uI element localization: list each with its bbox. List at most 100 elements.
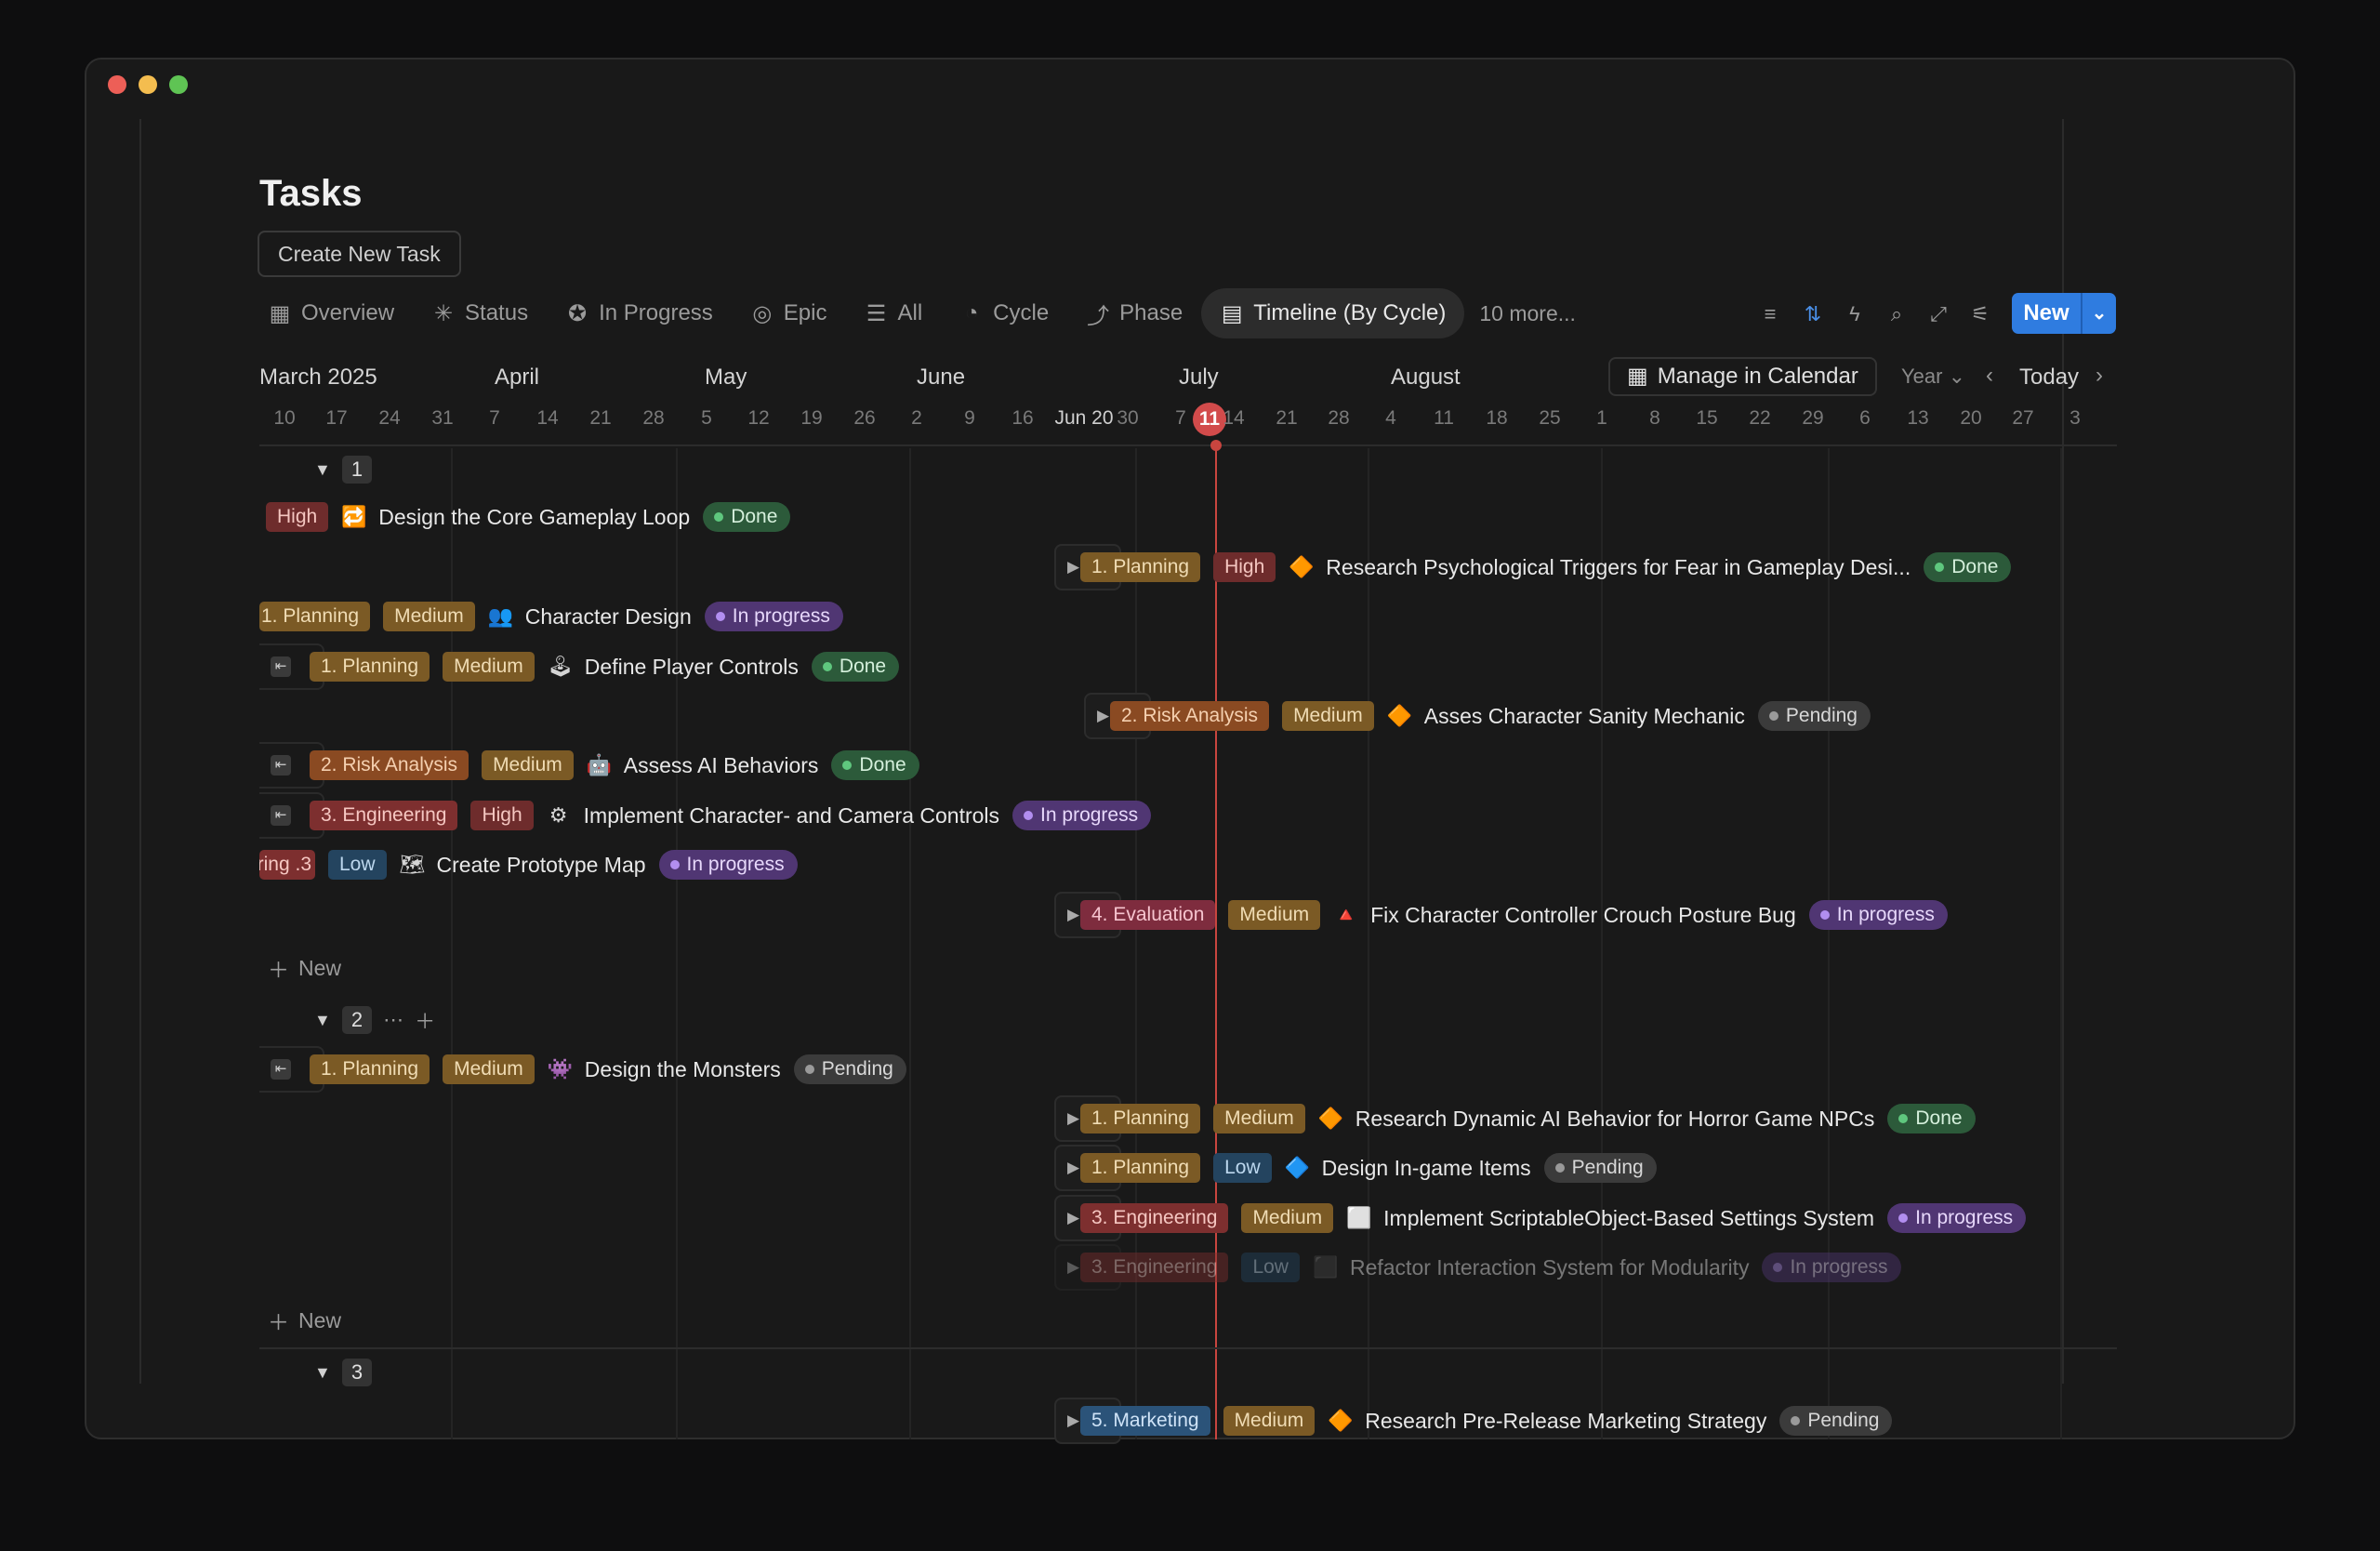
task-name[interactable]: Assess AI Behaviors [624,753,819,778]
settings-sliders-icon[interactable]: ⚟ [1965,299,1995,329]
task-name[interactable]: Research Psychological Triggers for Fear… [1326,555,1911,580]
search-icon[interactable]: ⌕ [1882,299,1911,329]
task-row[interactable]: ⇤ 1. Planning Medium 👾 Design the Monsters Pe… [259,1046,906,1093]
create-task-button[interactable]: Create New Task [258,231,461,277]
tab-label: In Progress [599,300,713,325]
scroll-to-bar-icon[interactable]: ⇤ [271,1059,291,1080]
more-options-icon[interactable]: ⋯ [383,1008,403,1032]
tab-0[interactable]: ▦ Overview [268,288,413,338]
day-tick: 18 [1486,407,1508,429]
status-label: Done [1951,556,1999,577]
tab-5[interactable]: ◔ Cycle [941,288,1067,338]
task-name[interactable]: Asses Character Sanity Mechanic [1424,704,1745,729]
today-button[interactable]: Today [2019,365,2079,391]
task-name[interactable]: Design the Core Gameplay Loop [378,505,690,530]
task-name[interactable]: Research Pre-Release Marketing Strategy [1365,1409,1766,1434]
scroll-to-bar-icon[interactable]: ⇤ [271,755,291,776]
grid-line [451,448,453,1439]
task-row[interactable]: ▶ 1. Planning High 🔶 Research Psychological … [1054,544,2012,590]
task-row[interactable]: ▶ 5. Marketing Medium 🔶 Research Pre-Release… [1054,1398,1893,1444]
filter-icon[interactable]: ≡ [1755,299,1785,329]
task-row[interactable]: ⇤ 1. Planning Medium 🕹 Define Player Control… [259,643,900,690]
plus-icon: ＋ [268,958,289,982]
day-tick: 26 [853,407,876,429]
plus-icon[interactable]: ＋ [415,1005,435,1035]
task-name[interactable]: Refactor Interaction System for Modulari… [1350,1255,1750,1280]
task-name[interactable]: Design the Monsters [585,1057,781,1082]
task-name[interactable]: Character Design [525,604,692,630]
task-name[interactable]: Implement ScriptableObject-Based Setting… [1383,1206,1874,1231]
task-name[interactable]: Define Player Controls [585,655,799,680]
group-header[interactable]: ▼ 3 [314,1359,373,1386]
scale-select[interactable]: Year ⌄ [1901,365,1965,389]
task-row[interactable]: ▶ 1. Planning Low 🔷 Design In-game Items Pend… [1054,1145,1657,1191]
group-header[interactable]: ▼ 2 ⋯ ＋ [314,1005,435,1035]
status-badge: Done [811,652,900,682]
day-tick: 9 [964,407,975,429]
tab-3[interactable]: ◎ Epic [732,288,846,338]
chevron-down-icon[interactable]: ⌄ [2082,293,2116,334]
new-row-button[interactable]: ＋ New [268,952,341,984]
task-row[interactable]: ▶ 4. Evaluation Medium 🔺 Fix Character Contr… [1054,892,1948,938]
star-circle-icon: ✪ [568,300,588,326]
status-dot [1773,1263,1783,1272]
more-tabs-link[interactable]: 10 more... [1464,301,1591,326]
close-window-button[interactable] [108,75,126,94]
task-row[interactable]: 3. Engineering Low 🗺 Create Prototype Map In… [259,846,798,883]
phase-pill: 1. Planning [310,1054,430,1084]
group-header[interactable]: ▼ 1 [314,456,373,484]
task-name[interactable]: Implement Character- and Camera Controls [584,803,999,829]
task-name[interactable]: Create Prototype Map [437,853,646,878]
grid-line [2060,448,2062,1439]
day-tick: 21 [1276,407,1298,429]
tab-6[interactable]: ⤴ Phase [1067,288,1201,338]
task-row[interactable]: ▶ 1. Planning Medium 🔶 Research Dynamic AI B… [1054,1095,1976,1142]
task-row[interactable]: ⇤ 2. Risk Analysis Medium 🤖 Assess AI Behavi… [259,742,919,789]
status-badge: In progress [1012,801,1152,830]
phase-pill: 1. Planning [1080,1153,1201,1183]
task-row[interactable]: 1. Planning Medium 👥 Character Design In pro… [259,598,843,635]
caret-down-icon[interactable]: ▼ [314,1363,331,1383]
status-label: In progress [1836,904,1935,925]
caret-down-icon[interactable]: ▼ [314,460,331,480]
task-name[interactable]: Fix Character Controller Crouch Posture … [1370,903,1796,928]
sort-icon[interactable]: ⇅ [1798,299,1828,329]
tab-2[interactable]: ✪ In Progress [547,288,732,338]
maximize-window-button[interactable] [169,75,188,94]
caret-down-icon[interactable]: ▼ [314,1011,331,1030]
task-type-icon: 🔷 [1284,1156,1311,1179]
status-label: Pending [821,1058,893,1080]
target-icon: ◎ [752,300,773,326]
new-row-button[interactable]: ＋ New [268,1305,341,1336]
tab-7[interactable]: ▤ Timeline (By Cycle) [1201,288,1465,338]
scroll-to-bar-icon[interactable]: ⇤ [271,805,291,826]
new-button[interactable]: New ⌄ [2012,293,2116,334]
day-tick: 25 [1539,407,1561,429]
task-row[interactable]: ▶ 3. Engineering Low ⬛ Refactor Interaction … [1054,1244,1901,1291]
tab-4[interactable]: ☰ All [845,288,941,338]
manage-in-calendar-button[interactable]: ▦ Manage in Calendar [1608,357,1877,396]
new-button-label[interactable]: New [2012,293,2082,334]
task-name[interactable]: Design In-game Items [1322,1156,1531,1181]
status-badge: In progress [1887,1203,2027,1233]
new-row-label: New [298,955,342,980]
tab-1[interactable]: ✳ Status [413,288,547,338]
phase-pill: 1. Planning [1080,552,1201,582]
status-label: In progress [1040,804,1139,826]
task-type-icon: 🔁 [341,505,367,528]
minimize-window-button[interactable] [139,75,157,94]
chevron-left-icon[interactable]: ‹ [1986,363,1993,389]
scroll-to-bar-icon[interactable]: ⇤ [271,656,291,677]
task-row[interactable]: ⇤ 3. Engineering High ⚙ Implement Character-… [259,792,1152,839]
task-row[interactable]: ▶ 2. Risk Analysis Medium 🔶 Asses Character … [1084,693,1871,739]
chevron-right-icon[interactable]: › [2096,363,2103,389]
month-label: July [1179,365,1219,390]
expand-icon[interactable]: ⤢ [1924,299,1953,329]
task-row[interactable]: High 🔁 Design the Core Gameplay Loop Done [266,498,791,536]
day-tick: 22 [1749,407,1771,429]
status-badge: Done [831,750,919,780]
day-tick: 17 [325,407,348,429]
task-name[interactable]: Research Dynamic AI Behavior for Horror … [1355,1107,1875,1132]
automation-icon[interactable]: ϟ [1840,299,1870,329]
task-row[interactable]: ▶ 3. Engineering Medium ⬜ Implement Scriptab… [1054,1195,2027,1241]
